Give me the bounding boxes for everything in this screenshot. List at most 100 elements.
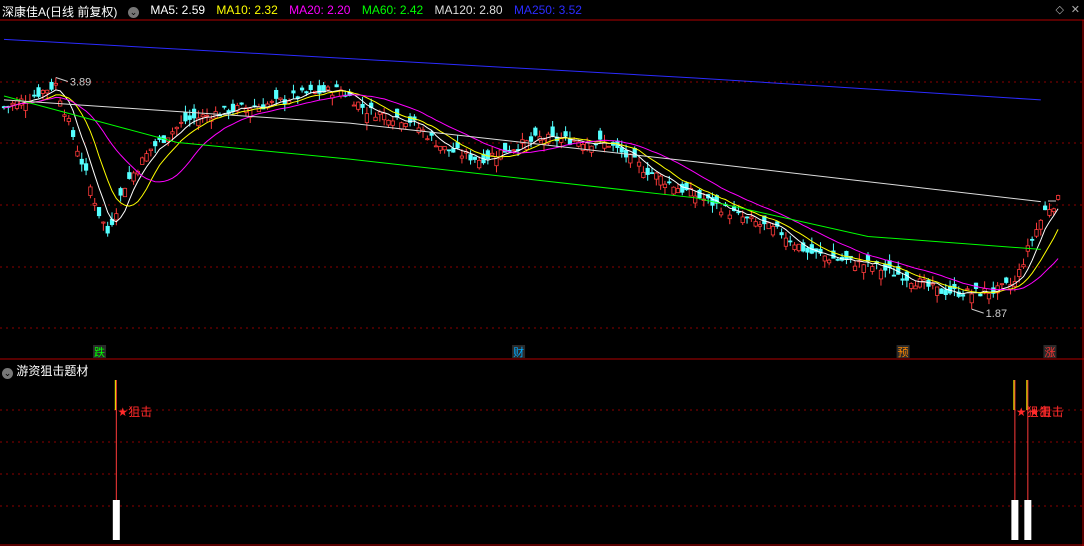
candle [468,154,473,161]
candle [105,225,110,234]
candle [32,94,37,97]
indicator-name: 游资狙击题材 [16,364,89,378]
candle [230,103,236,112]
candle [390,120,395,126]
candle [960,294,966,297]
candle [62,114,67,117]
candle [144,153,149,162]
candle [606,145,611,148]
close-icon[interactable]: ✕ [1071,3,1080,16]
candle [291,90,296,94]
candle [805,247,810,253]
candle [433,145,439,148]
candle [658,175,663,186]
candle [399,122,404,130]
candle [118,188,123,196]
ma20-line [3,94,1059,291]
candle [986,293,992,300]
candle [550,126,555,137]
candle [45,89,50,94]
price-chart[interactable]: 3.891.87跌财预涨★狙击 ★狙击★狙击 [0,0,1084,546]
ma20-label: MA20: 2.20 [289,3,351,17]
candle [835,258,840,261]
candle [930,283,935,286]
candle [788,240,793,243]
stock-title: 深康佳A(日线 前复权) [2,3,117,20]
candle [636,161,642,167]
candle [459,155,465,159]
candle [524,140,529,150]
candle [239,102,244,105]
candle [598,130,603,140]
candle [170,131,175,135]
candle [127,172,132,179]
candle [1017,269,1022,277]
candle [913,285,918,290]
candle [909,283,914,289]
candle [999,283,1005,286]
low-price-label: 1.87 [986,308,1007,320]
candle [213,111,218,119]
high-price-label: 3.89 [70,76,91,88]
candle [935,286,940,296]
candle [425,138,430,141]
candle [88,186,93,196]
candle [533,127,538,136]
candle [477,159,482,169]
diamond-icon[interactable]: ◇ [1056,3,1064,16]
candle [148,148,153,152]
candle [865,254,871,262]
signal-bar [112,500,120,540]
candle [187,115,192,120]
candle [1038,219,1043,230]
period-label: (日线 前复权) [46,5,118,19]
candle [628,153,633,164]
candle [559,138,564,143]
candle [274,89,279,99]
candle [757,224,763,227]
candle [736,211,741,214]
candle [1034,229,1039,237]
candle [619,147,624,153]
candle [122,187,128,198]
candle [174,126,179,130]
candle [939,288,944,294]
candle [131,172,136,182]
candle [766,222,771,230]
candle [783,237,789,247]
chevron-down-icon[interactable]: ⌄ [128,7,139,18]
candle [719,211,724,216]
candle [779,232,784,236]
candle [442,146,447,151]
candle [749,216,754,220]
candle [403,123,408,127]
candle [299,87,305,91]
candle [446,149,452,152]
candle [822,255,827,262]
candle [79,158,84,165]
candle [878,269,884,280]
chevron-down-icon[interactable]: ⌄ [2,368,13,379]
candle [364,113,369,123]
candle [844,250,849,260]
candle [386,119,391,126]
ma-legend: ⌄ MA5: 2.59 MA10: 2.32 MA20: 2.20 MA60: … [128,3,590,18]
candle [438,145,443,151]
event-marker: 财 [513,345,524,359]
candle [589,145,594,153]
event-marker: 跌 [94,345,105,359]
candle [852,265,858,271]
indicator-title: ⌄ 游资狙击题材 [2,362,88,379]
ma5-label: MA5: 2.59 [150,3,206,17]
candle [693,195,698,204]
candle [744,216,750,219]
signal-bar [1011,500,1019,540]
candle [883,264,888,271]
candle [671,186,676,195]
candle [563,131,568,137]
candle [498,149,503,160]
ma60-line [3,95,1041,250]
candle [200,114,205,118]
candle [278,97,283,101]
candle [382,112,387,121]
